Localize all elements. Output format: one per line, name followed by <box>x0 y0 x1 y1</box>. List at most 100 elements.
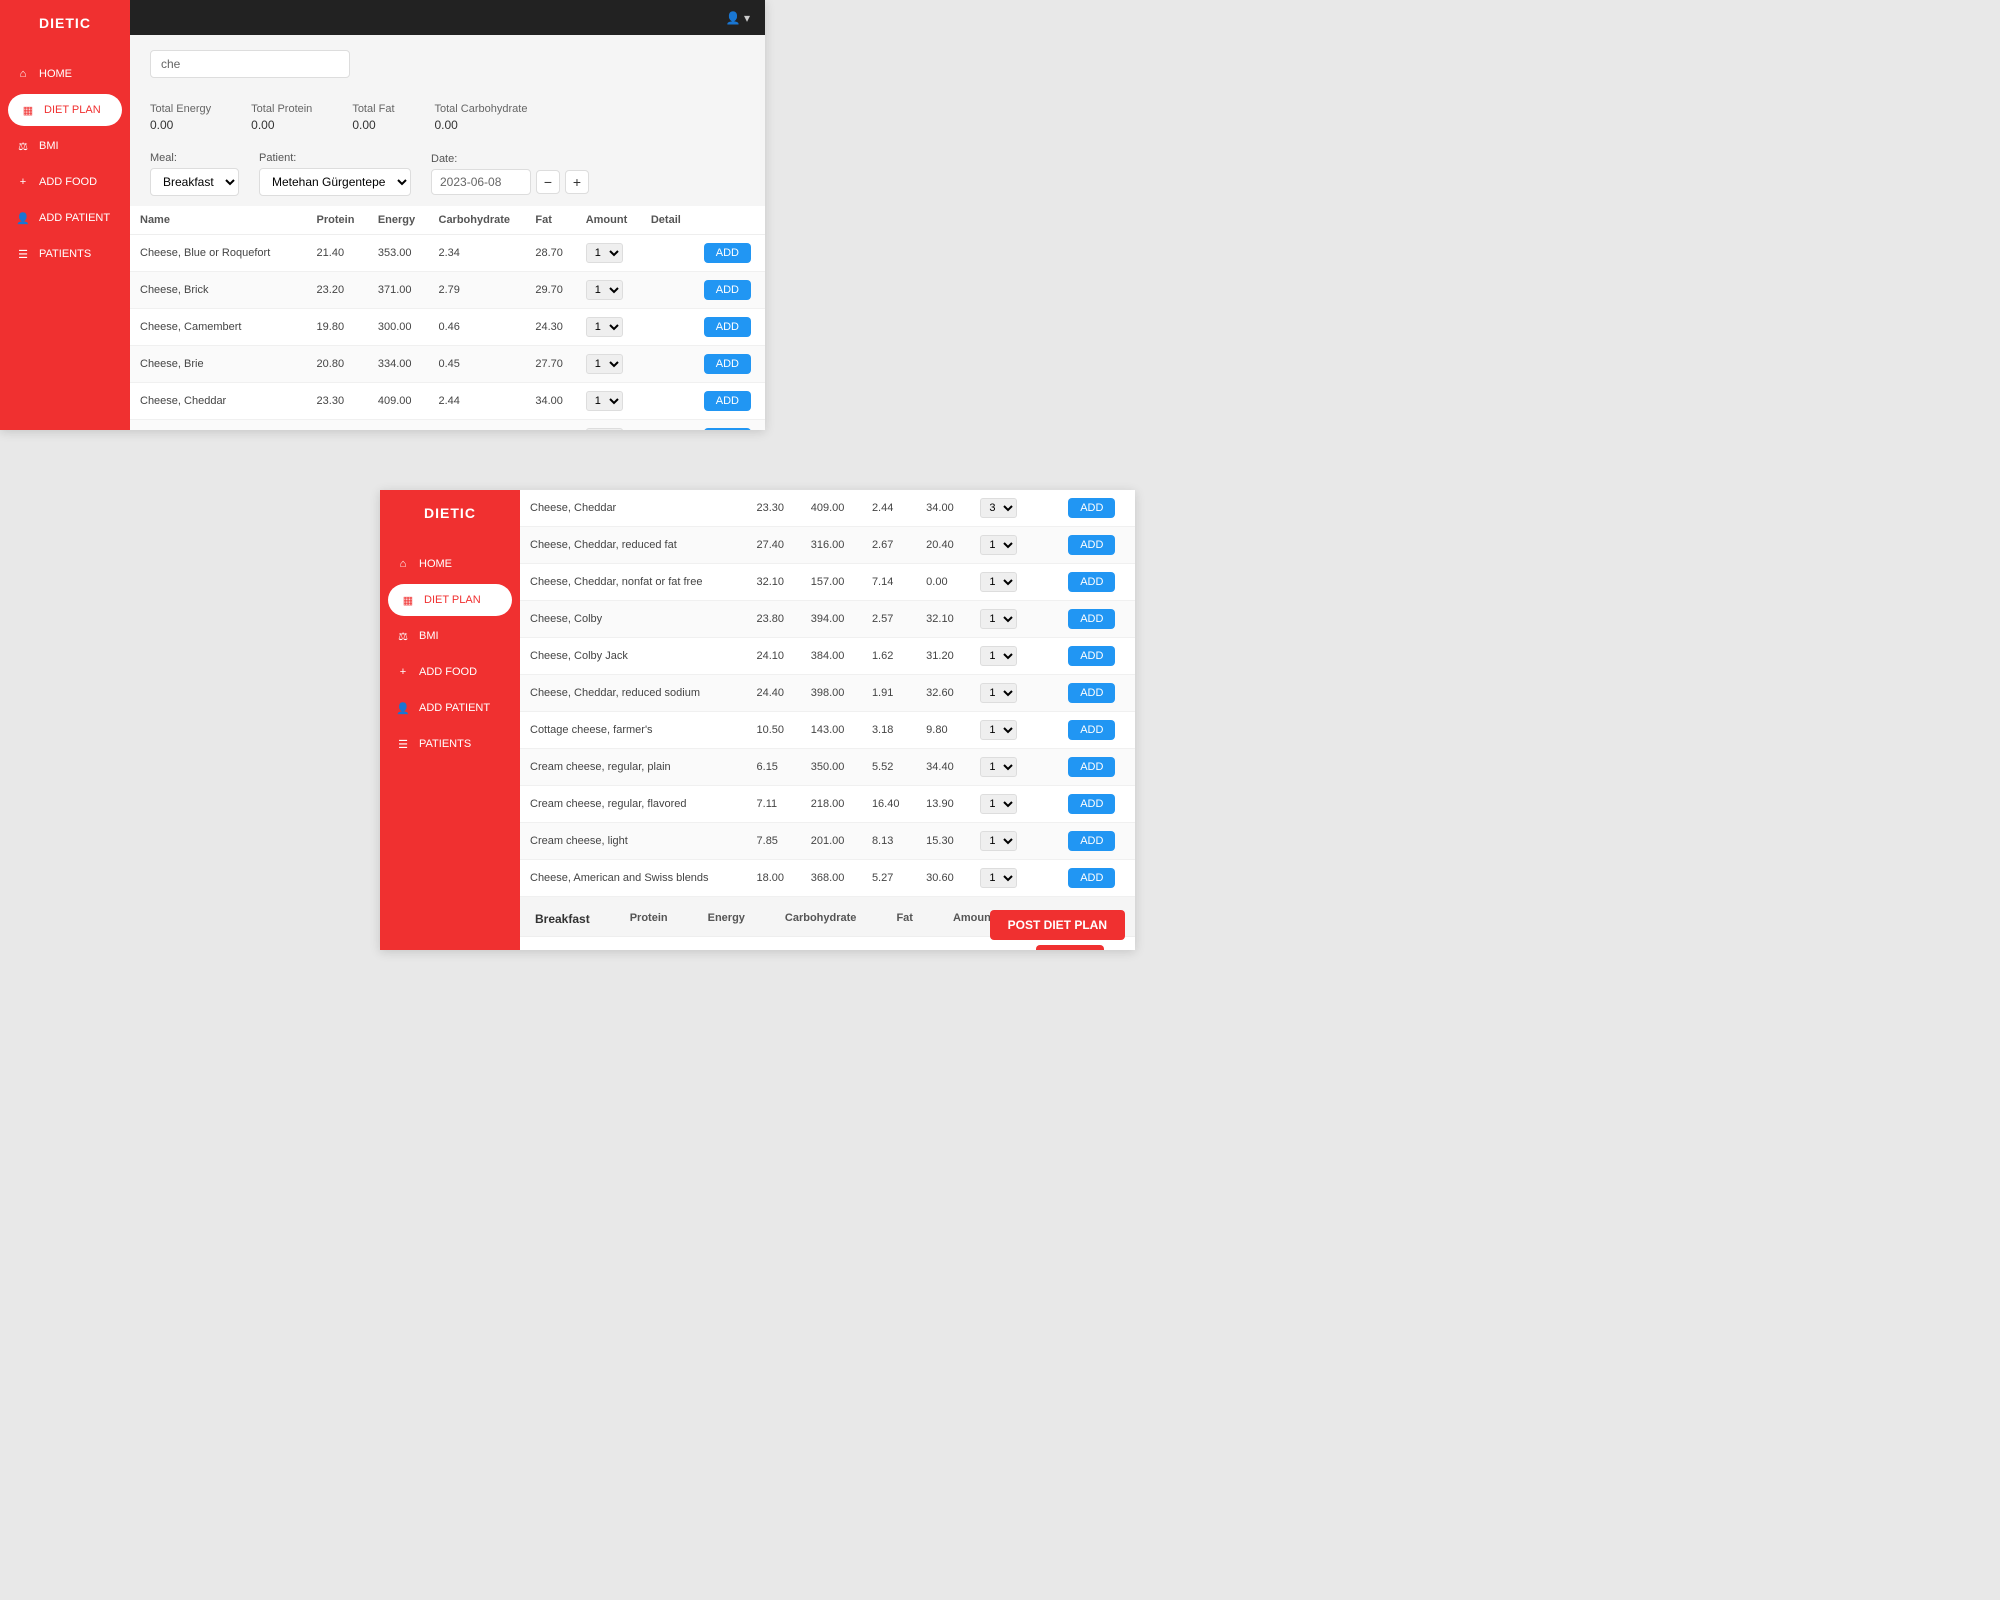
amount-select[interactable]: 1 <box>980 720 1017 740</box>
food-add[interactable]: ADD <box>1058 749 1135 786</box>
add-button[interactable]: ADD <box>1068 757 1115 777</box>
food-protein: 18.00 <box>747 860 801 897</box>
amount-select[interactable]: 1 <box>980 646 1017 666</box>
add-button[interactable]: ADD <box>1068 831 1115 851</box>
add-button[interactable]: ADD <box>704 243 751 263</box>
amount-select[interactable]: 3 <box>980 498 1017 518</box>
post-diet-button[interactable]: POST DIET PLAN <box>990 910 1125 940</box>
sidebar-item-add-patient[interactable]: 👤 ADD PATIENT <box>0 200 130 236</box>
col-amount: Amount <box>576 206 641 235</box>
amount-select[interactable]: 1 <box>586 243 623 263</box>
add-button[interactable]: ADD <box>704 280 751 300</box>
sidebar-item-diet-plan[interactable]: ▦ DIET PLAN <box>8 94 122 126</box>
add-patient-icon-b: 👤 <box>395 700 411 716</box>
meal-select[interactable]: Breakfast <box>150 168 239 196</box>
search-input[interactable] <box>150 50 350 78</box>
food-add[interactable]: ADD <box>1058 712 1135 749</box>
add-food-icon-b: + <box>395 664 411 680</box>
add-button[interactable]: ADD <box>1068 498 1115 518</box>
amount-select[interactable]: 1 <box>586 428 623 430</box>
food-add[interactable]: ADD <box>1058 601 1135 638</box>
amount-select[interactable]: 1 <box>980 609 1017 629</box>
amount-select[interactable]: 1 <box>980 683 1017 703</box>
amount-select[interactable]: 1 <box>980 757 1017 777</box>
food-carb: 5.52 <box>862 749 916 786</box>
date-increment-button[interactable]: + <box>565 170 589 194</box>
sidebar-item-bmi[interactable]: ⚖ BMI <box>0 128 130 164</box>
date-group: Date: − + <box>431 153 589 195</box>
add-button[interactable]: ADD <box>1068 868 1115 888</box>
food-protein: 19.80 <box>307 309 368 346</box>
diet-plan-icon: ▦ <box>20 102 36 118</box>
food-add[interactable]: ADD <box>1058 786 1135 823</box>
date-decrement-button[interactable]: − <box>536 170 560 194</box>
sidebar-bottom-home[interactable]: ⌂ HOME <box>380 546 520 582</box>
add-button[interactable]: ADD <box>1068 609 1115 629</box>
food-add[interactable]: ADD <box>1058 823 1135 860</box>
food-name: Cheese, Cheddar, reduced fat <box>130 420 307 431</box>
food-fat: 15.30 <box>916 823 970 860</box>
add-button[interactable]: ADD <box>704 391 751 411</box>
food-add[interactable]: ADD <box>1058 490 1135 527</box>
food-add[interactable]: ADD <box>1058 564 1135 601</box>
add-button[interactable]: ADD <box>704 354 751 374</box>
food-amount: 1 <box>970 749 1035 786</box>
food-add[interactable]: ADD <box>694 272 765 309</box>
add-button[interactable]: ADD <box>1068 720 1115 740</box>
amount-select[interactable]: 1 <box>980 868 1017 888</box>
food-detail <box>1035 601 1058 638</box>
food-energy: 218.00 <box>801 786 862 823</box>
sidebar-bottom-bmi[interactable]: ⚖ BMI <box>380 618 520 654</box>
table-row: Cheese, Colby Jack 24.10 384.00 1.62 31.… <box>520 638 1135 675</box>
food-add[interactable]: ADD <box>1058 675 1135 712</box>
remove-button[interactable]: REMOVE <box>1036 945 1104 950</box>
food-add[interactable]: ADD <box>1058 638 1135 675</box>
amount-select[interactable]: 1 <box>586 280 623 300</box>
food-fat: 9.80 <box>916 712 970 749</box>
food-add[interactable]: ADD <box>694 346 765 383</box>
food-add[interactable]: ADD <box>1058 527 1135 564</box>
sidebar-item-add-food[interactable]: + ADD FOOD <box>0 164 130 200</box>
diet-protein: 42.80 <box>719 937 778 950</box>
food-add[interactable]: ADD <box>694 235 765 272</box>
diet-fat: 57.40 <box>903 937 969 950</box>
sidebar-bottom-diet-plan[interactable]: ▦ DIET PLAN <box>388 584 512 616</box>
food-amount: 1 <box>576 383 641 420</box>
table-row: Cottage cheese, farmer's 10.50 143.00 3.… <box>520 712 1135 749</box>
sidebar-bottom-add-patient[interactable]: 👤 ADD PATIENT <box>380 690 520 726</box>
amount-select[interactable]: 1 <box>586 354 623 374</box>
sidebar-item-patients[interactable]: ☰ PATIENTS <box>0 236 130 272</box>
food-energy: 371.00 <box>368 272 429 309</box>
patient-select[interactable]: Metehan Gürgentepe <box>259 168 411 196</box>
food-add[interactable]: ADD <box>694 420 765 431</box>
food-add[interactable]: ADD <box>1058 860 1135 897</box>
food-add[interactable]: ADD <box>694 383 765 420</box>
patient-group: Patient: Metehan Gürgentepe <box>259 152 411 196</box>
add-button[interactable]: ADD <box>1068 646 1115 666</box>
amount-select[interactable]: 1 <box>980 794 1017 814</box>
date-input[interactable] <box>431 169 531 195</box>
total-carb: Total Carbohydrate 0.00 <box>435 103 528 132</box>
food-name: Cheese, Cheddar <box>520 490 747 527</box>
food-fat: 29.70 <box>525 272 575 309</box>
sidebar-bottom-add-food[interactable]: + ADD FOOD <box>380 654 520 690</box>
amount-select[interactable]: 1 <box>980 572 1017 592</box>
add-button[interactable]: ADD <box>704 428 751 430</box>
home-icon: ⌂ <box>15 66 31 82</box>
add-button[interactable]: ADD <box>1068 535 1115 555</box>
add-button[interactable]: ADD <box>704 317 751 337</box>
amount-select[interactable]: 1 <box>586 391 623 411</box>
food-detail <box>1035 786 1058 823</box>
food-carb: 2.67 <box>862 527 916 564</box>
sidebar-bottom-patients[interactable]: ☰ PATIENTS <box>380 726 520 762</box>
sidebar-item-home[interactable]: ⌂ HOME <box>0 56 130 92</box>
amount-select[interactable]: 1 <box>980 831 1017 851</box>
food-add[interactable]: ADD <box>694 309 765 346</box>
food-amount: 1 <box>576 309 641 346</box>
amount-select[interactable]: 1 <box>980 535 1017 555</box>
add-button[interactable]: ADD <box>1068 572 1115 592</box>
add-food-icon: + <box>15 174 31 190</box>
add-button[interactable]: ADD <box>1068 683 1115 703</box>
add-button[interactable]: ADD <box>1068 794 1115 814</box>
amount-select[interactable]: 1 <box>586 317 623 337</box>
